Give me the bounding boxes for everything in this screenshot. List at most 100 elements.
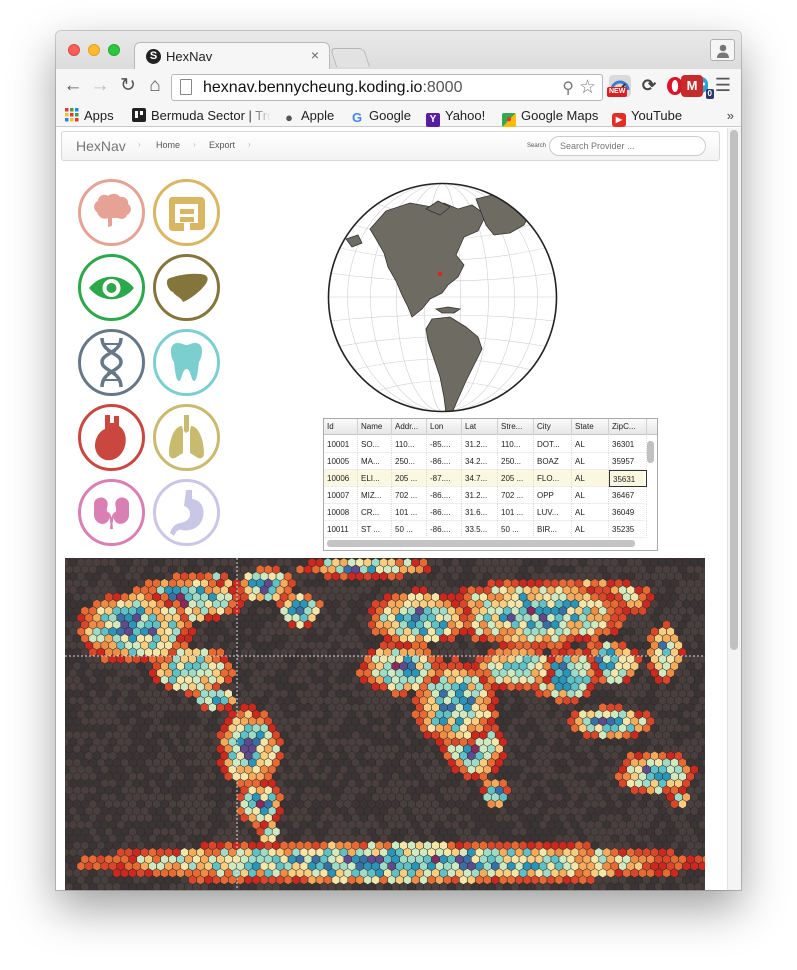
table-cell[interactable]: 10005 [324, 453, 358, 470]
bookmark-apple[interactable]: ● Apple [282, 108, 334, 125]
table-vertical-scroll-thumb[interactable] [647, 441, 654, 463]
table-cell[interactable]: AL [572, 436, 609, 453]
column-header[interactable]: City [534, 419, 572, 435]
table-cell[interactable]: LUV... [534, 504, 572, 521]
table-cell[interactable]: AL [572, 504, 609, 521]
table-cell[interactable]: BOAZ [534, 453, 572, 470]
table-cell[interactable]: AL [572, 453, 609, 470]
table-cell[interactable]: 110... [498, 436, 534, 453]
table-cell[interactable]: 205 ... [498, 470, 534, 487]
table-row[interactable]: 10006 ELI... 205 ... -87.... 34.7... 205 ... F… [324, 470, 647, 487]
table-cell[interactable]: AL [572, 487, 609, 504]
table-cell[interactable]: 10011 [324, 521, 358, 538]
table-cell[interactable]: -86.... [427, 453, 462, 470]
location-marker-icon[interactable] [437, 271, 443, 277]
address-bar[interactable]: hexnav.bennycheung.koding.io:8000 ⚲ ☆ [171, 74, 603, 101]
table-cell[interactable]: -85.... [427, 436, 462, 453]
table-cell[interactable]: -86.... [427, 521, 462, 538]
nav-link-home[interactable]: Home [156, 140, 180, 150]
table-cell[interactable]: 205 ... [392, 470, 427, 487]
intestines-organ-button[interactable] [153, 179, 220, 246]
table-cell[interactable]: MIZ... [358, 487, 392, 504]
bookmark-bermuda-sector[interactable]: Bermuda Sector | Tro [132, 108, 271, 123]
table-cell[interactable]: -86.... [427, 487, 462, 504]
bookmark-youtube[interactable]: ▶ YouTube [612, 108, 682, 127]
speed-dial-extension-icon[interactable]: NEW [607, 75, 631, 97]
table-cell[interactable]: 35957 [609, 453, 647, 470]
profile-button[interactable] [710, 39, 735, 61]
tab-hexnav[interactable]: S HexNav × [134, 42, 330, 70]
table-cell[interactable]: 10001 [324, 436, 358, 453]
liver-organ-button[interactable] [153, 254, 220, 321]
dna-organ-button[interactable] [78, 329, 145, 396]
column-header[interactable]: State [572, 419, 609, 435]
column-header[interactable]: ZipC... [609, 419, 647, 435]
brain-organ-button[interactable] [78, 179, 145, 246]
table-cell[interactable]: 250... [498, 453, 534, 470]
column-header[interactable]: Name [358, 419, 392, 435]
kidneys-organ-button[interactable] [78, 479, 145, 546]
stomach-organ-button[interactable] [153, 479, 220, 546]
table-cell[interactable]: 10008 [324, 504, 358, 521]
table-cell[interactable]: AL [572, 521, 609, 538]
table-cell[interactable]: 35235 [609, 521, 647, 538]
table-cell[interactable]: 101 ... [498, 504, 534, 521]
lungs-organ-button[interactable] [153, 404, 220, 471]
table-cell[interactable]: 31.2... [462, 487, 498, 504]
bookmarks-overflow-button[interactable]: » [727, 108, 734, 123]
provider-table[interactable]: Id Name Addr... Lon Lat Stre... City State ZipC.… [323, 418, 658, 551]
table-cell[interactable]: 31.6... [462, 504, 498, 521]
table-cell[interactable]: 36049 [609, 504, 647, 521]
table-cell[interactable]: 10006 [324, 470, 358, 487]
nav-link-export[interactable]: Export [209, 140, 235, 150]
table-cell[interactable]: AL [572, 470, 609, 487]
table-cell[interactable]: -86.... [427, 504, 462, 521]
table-horizontal-scrollbar[interactable] [327, 540, 635, 547]
table-cell[interactable]: 702 ... [392, 487, 427, 504]
table-cell[interactable]: 101 ... [392, 504, 427, 521]
table-cell[interactable]: -87.... [427, 470, 462, 487]
zoom-icon[interactable]: ⚲ [562, 78, 574, 98]
column-header[interactable]: Id [324, 419, 358, 435]
sync-extension-icon[interactable]: ⟳ [638, 75, 660, 97]
page-scroll-thumb[interactable] [730, 130, 738, 650]
table-cell[interactable]: CR... [358, 504, 392, 521]
back-arrow-icon[interactable]: ← [62, 75, 84, 97]
bookmark-google-maps[interactable]: ● Google Maps [502, 108, 598, 127]
table-vertical-scrollbar[interactable] [647, 439, 655, 539]
table-cell[interactable]: 34.2... [462, 453, 498, 470]
column-header[interactable]: Lon [427, 419, 462, 435]
tab-close-icon[interactable]: × [311, 47, 319, 63]
table-cell[interactable]: 50 ... [392, 521, 427, 538]
tooth-organ-button[interactable] [153, 329, 220, 396]
table-cell[interactable]: SO... [358, 436, 392, 453]
table-row[interactable]: 10011 ST ... 50 ... -86.... 33.5... 50 ... BIR… [324, 521, 647, 538]
column-header[interactable]: Lat [462, 419, 498, 435]
table-cell[interactable]: DOT... [534, 436, 572, 453]
bookmark-star-icon[interactable]: ☆ [579, 76, 596, 99]
page-scrollbar[interactable] [727, 128, 741, 890]
bookmark-google[interactable]: G Google [350, 108, 411, 125]
minimize-window-button[interactable] [88, 44, 100, 56]
heart-organ-button[interactable] [78, 404, 145, 471]
table-cell[interactable]: 702 ... [498, 487, 534, 504]
table-cell[interactable]: 50 ... [498, 521, 534, 538]
table-cell[interactable]: ELI... [358, 470, 392, 487]
table-cell[interactable]: 10007 [324, 487, 358, 504]
table-row[interactable]: 10005 MA... 250... -86.... 34.2... 250... BOAZ… [324, 453, 647, 470]
table-cell[interactable]: 33.5... [462, 521, 498, 538]
column-header[interactable]: Addr... [392, 419, 427, 435]
home-icon[interactable]: ⌂ [144, 75, 166, 97]
table-cell[interactable]: 35631 [609, 470, 647, 487]
forward-arrow-icon[interactable]: → [89, 75, 111, 97]
hexbin-world-map[interactable] [65, 558, 705, 890]
table-cell[interactable]: BIR... [534, 521, 572, 538]
bookmark-yahoo[interactable]: Y Yahoo! [426, 108, 485, 127]
table-cell[interactable]: 36301 [609, 436, 647, 453]
table-cell[interactable]: 250... [392, 453, 427, 470]
eye-organ-button[interactable] [78, 254, 145, 321]
globe-map[interactable] [326, 181, 559, 414]
search-provider-input[interactable] [549, 136, 706, 156]
table-cell[interactable]: OPP [534, 487, 572, 504]
new-tab-button[interactable] [329, 48, 371, 67]
